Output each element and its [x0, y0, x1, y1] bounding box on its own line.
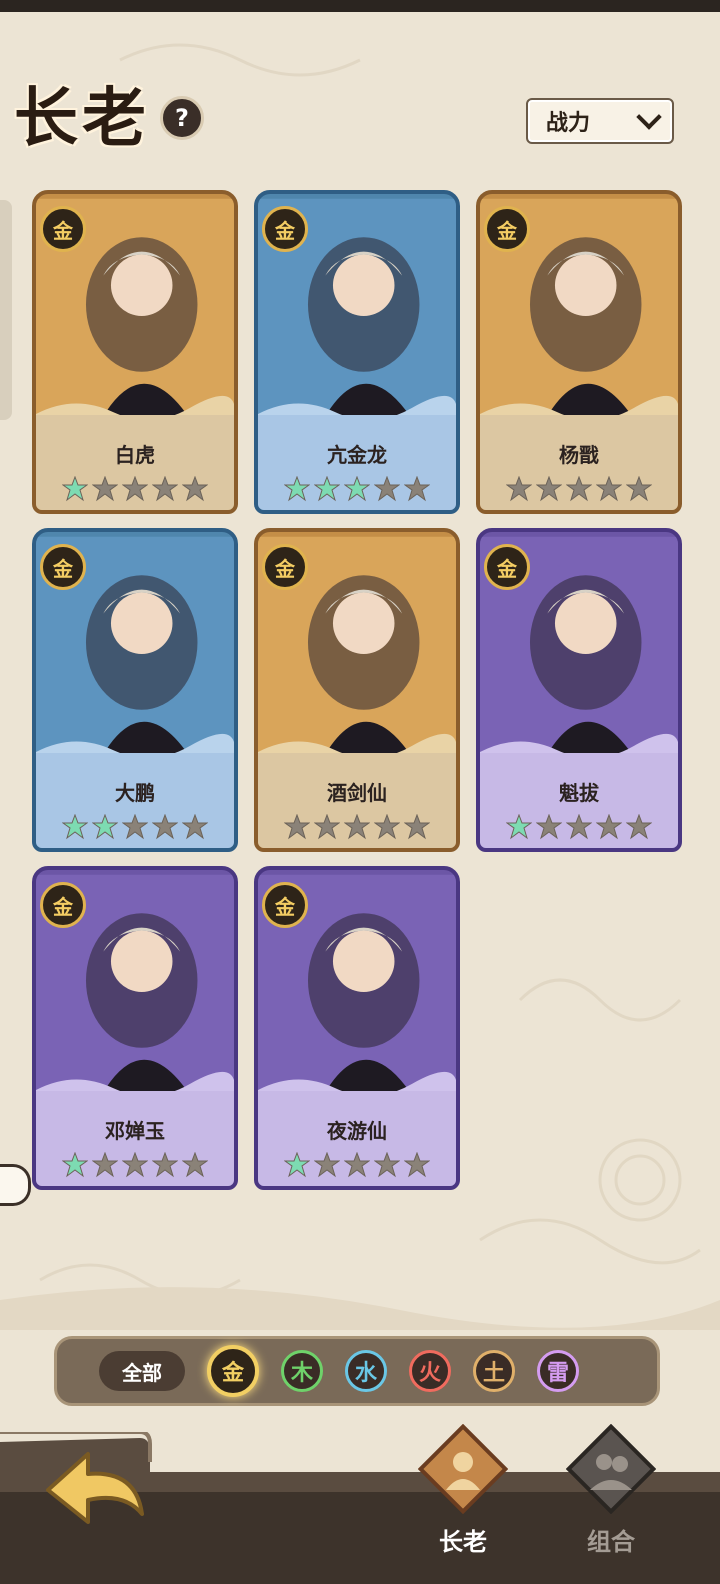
- chat-bubble-icon[interactable]: [0, 1164, 31, 1206]
- filter-all-button[interactable]: 全部: [99, 1351, 185, 1391]
- sort-label: 战力: [546, 111, 591, 136]
- star-icon: [62, 476, 88, 502]
- star-icon: [404, 814, 430, 840]
- combo-tab-icon: [566, 1424, 656, 1514]
- star-icon: [152, 814, 178, 840]
- element-gold-icon: 金: [262, 882, 308, 928]
- star-icon: [626, 476, 652, 502]
- page-title: 长老: [14, 81, 150, 156]
- chevron-down-icon: [636, 104, 662, 130]
- star-icon: [344, 814, 370, 840]
- star-icon: [344, 1152, 370, 1178]
- star-icon: [596, 476, 622, 502]
- star-rating: [36, 1152, 234, 1178]
- star-icon: [182, 1152, 208, 1178]
- tab-combo[interactable]: 组合: [556, 1418, 666, 1556]
- back-arrow-icon[interactable]: [40, 1444, 150, 1534]
- star-icon: [374, 476, 400, 502]
- character-name: 杨戬: [559, 443, 599, 467]
- character-card[interactable]: 金 大鹏: [32, 528, 238, 852]
- tab-elders[interactable]: 长老: [408, 1418, 518, 1556]
- star-icon: [374, 814, 400, 840]
- sort-dropdown[interactable]: 战力: [526, 98, 674, 144]
- star-icon: [536, 476, 562, 502]
- side-drawer-handle[interactable]: [0, 200, 12, 420]
- star-icon: [566, 814, 592, 840]
- help-icon[interactable]: ?: [160, 96, 204, 140]
- star-icon: [182, 814, 208, 840]
- character-card[interactable]: 金 杨戬: [476, 190, 682, 514]
- element-gold-icon: 金: [262, 206, 308, 252]
- element-gold-icon: 金: [40, 882, 86, 928]
- element-filter-bar: 全部 金木水火土雷: [54, 1336, 660, 1406]
- star-icon: [182, 476, 208, 502]
- star-rating: [36, 476, 234, 502]
- star-icon: [62, 814, 88, 840]
- filter-element-button[interactable]: 雷: [537, 1350, 579, 1392]
- star-icon: [314, 476, 340, 502]
- page-header: 长老 ?: [14, 68, 204, 158]
- character-card[interactable]: 金 酒剑仙: [254, 528, 460, 852]
- star-icon: [314, 1152, 340, 1178]
- elder-tab-icon: [418, 1424, 508, 1514]
- star-icon: [626, 814, 652, 840]
- element-gold-icon: 金: [40, 544, 86, 590]
- character-name: 白虎: [115, 443, 155, 467]
- character-card[interactable]: 金 邓婵玉: [32, 866, 238, 1190]
- star-icon: [596, 814, 622, 840]
- star-icon: [152, 1152, 178, 1178]
- star-icon: [62, 1152, 88, 1178]
- star-rating: [258, 476, 456, 502]
- character-name: 大鹏: [115, 781, 155, 805]
- star-icon: [314, 814, 340, 840]
- filter-element-button[interactable]: 金: [207, 1345, 259, 1397]
- tab-elders-label: 长老: [439, 1528, 487, 1556]
- star-icon: [284, 1152, 310, 1178]
- star-icon: [374, 1152, 400, 1178]
- character-name: 酒剑仙: [327, 781, 387, 805]
- filter-element-button[interactable]: 土: [473, 1350, 515, 1392]
- filter-element-button[interactable]: 水: [345, 1350, 387, 1392]
- element-gold-icon: 金: [40, 206, 86, 252]
- star-icon: [284, 476, 310, 502]
- star-rating: [258, 1152, 456, 1178]
- character-name: 夜游仙: [327, 1119, 387, 1143]
- character-card[interactable]: 金 夜游仙: [254, 866, 460, 1190]
- star-icon: [536, 814, 562, 840]
- star-rating: [480, 476, 678, 502]
- star-icon: [122, 1152, 148, 1178]
- star-rating: [480, 814, 678, 840]
- character-name: 邓婵玉: [105, 1119, 165, 1143]
- star-icon: [404, 476, 430, 502]
- star-icon: [506, 476, 532, 502]
- filter-element-button[interactable]: 火: [409, 1350, 451, 1392]
- star-rating: [36, 814, 234, 840]
- star-icon: [506, 814, 532, 840]
- filter-element-button[interactable]: 木: [281, 1350, 323, 1392]
- star-icon: [404, 1152, 430, 1178]
- star-rating: [258, 814, 456, 840]
- star-icon: [122, 476, 148, 502]
- star-icon: [92, 814, 118, 840]
- star-icon: [122, 814, 148, 840]
- character-card[interactable]: 金 白虎: [32, 190, 238, 514]
- star-icon: [566, 476, 592, 502]
- star-icon: [344, 476, 370, 502]
- element-gold-icon: 金: [484, 544, 530, 590]
- element-gold-icon: 金: [484, 206, 530, 252]
- character-card[interactable]: 金 亢金龙: [254, 190, 460, 514]
- character-name: 魁拔: [559, 781, 599, 805]
- star-icon: [284, 814, 310, 840]
- star-icon: [92, 476, 118, 502]
- character-name: 亢金龙: [327, 443, 387, 467]
- star-icon: [152, 476, 178, 502]
- star-icon: [92, 1152, 118, 1178]
- element-gold-icon: 金: [262, 544, 308, 590]
- tab-combo-label: 组合: [587, 1528, 635, 1556]
- character-card[interactable]: 金 魁拔: [476, 528, 682, 852]
